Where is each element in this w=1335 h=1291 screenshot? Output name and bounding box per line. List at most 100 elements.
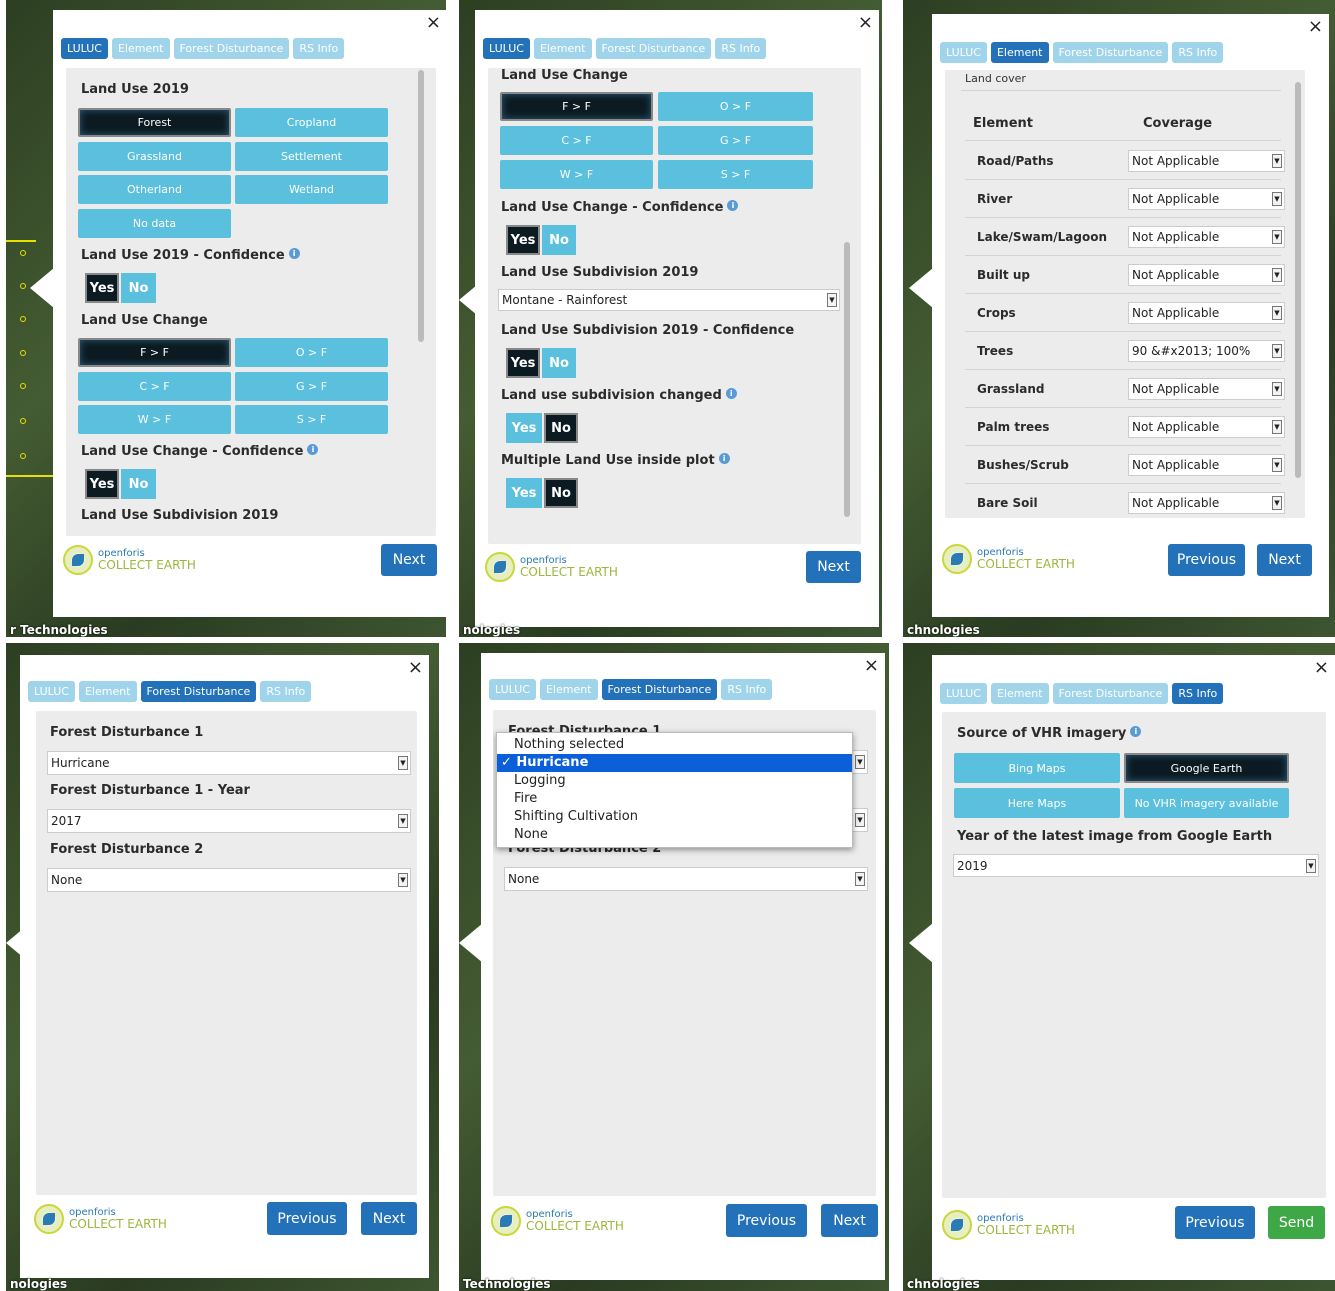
tab-element[interactable]: Element xyxy=(533,38,592,59)
info-icon[interactable]: i xyxy=(288,248,300,259)
option-c-f[interactable]: C > F xyxy=(500,126,653,155)
close-icon[interactable]: × xyxy=(408,657,423,678)
option-o-f[interactable]: O > F xyxy=(658,92,813,121)
yes-button[interactable]: Yes xyxy=(85,273,119,303)
coverage-select[interactable]: 90 &#x2013; 100% ▼ xyxy=(1128,340,1285,362)
dropdown-option[interactable]: Fire xyxy=(497,790,852,808)
option-bing-maps[interactable]: Bing Maps xyxy=(954,753,1120,783)
yes-button[interactable]: Yes xyxy=(506,348,540,378)
fd2-select[interactable]: None ▼ xyxy=(47,868,411,892)
no-button[interactable]: No xyxy=(121,273,156,303)
option-wetland[interactable]: Wetland xyxy=(235,175,388,204)
subdivision-select[interactable]: Montane - Rainforest ▼ xyxy=(498,289,840,311)
option-f-f[interactable]: F > F xyxy=(500,92,653,121)
option-g-f[interactable]: G > F xyxy=(658,126,813,155)
dropdown-option[interactable]: Logging xyxy=(497,772,852,790)
option-google-earth[interactable]: Google Earth xyxy=(1124,753,1289,783)
yes-button[interactable]: Yes xyxy=(506,225,540,255)
tab-element[interactable]: Element xyxy=(78,681,137,702)
option-no-vhr[interactable]: No VHR imagery available xyxy=(1124,788,1289,818)
tab-forest-disturbance[interactable]: Forest Disturbance xyxy=(173,38,290,59)
dropdown-option[interactable]: Nothing selected xyxy=(497,736,852,754)
coverage-select[interactable]: Not Applicable ▼ xyxy=(1128,378,1285,400)
coverage-select[interactable]: Not Applicable ▼ xyxy=(1128,264,1285,286)
dropdown-option[interactable]: None xyxy=(497,826,852,844)
option-here-maps[interactable]: Here Maps xyxy=(954,788,1120,818)
option-otherland[interactable]: Otherland xyxy=(78,175,231,204)
option-no-data[interactable]: No data xyxy=(78,209,231,238)
option-w-f[interactable]: W > F xyxy=(500,160,653,189)
option-o-f[interactable]: O > F xyxy=(235,338,388,367)
option-s-f[interactable]: S > F xyxy=(235,405,388,434)
send-button[interactable]: Send xyxy=(1268,1206,1325,1239)
tab-element[interactable]: Element xyxy=(539,679,598,700)
coverage-select[interactable]: Not Applicable ▼ xyxy=(1128,492,1285,514)
tab-rs-info[interactable]: RS Info xyxy=(721,679,773,700)
tab-forest-disturbance[interactable]: Forest Disturbance xyxy=(140,681,257,702)
next-button[interactable]: Next xyxy=(821,1204,878,1237)
next-button[interactable]: Next xyxy=(361,1202,417,1235)
scrollbar[interactable] xyxy=(418,70,424,342)
no-button[interactable]: No xyxy=(542,225,576,255)
tab-luluc[interactable]: LULUC xyxy=(940,42,987,63)
option-cropland[interactable]: Cropland xyxy=(235,108,388,137)
previous-button[interactable]: Previous xyxy=(726,1204,807,1237)
option-g-f[interactable]: G > F xyxy=(235,372,388,401)
previous-button[interactable]: Previous xyxy=(1168,544,1245,576)
tab-luluc[interactable]: LULUC xyxy=(489,679,536,700)
dropdown-option[interactable]: Shifting Cultivation xyxy=(497,808,852,826)
no-button[interactable]: No xyxy=(544,478,578,508)
info-icon[interactable]: i xyxy=(727,200,739,211)
next-button[interactable]: Next xyxy=(381,544,437,576)
next-button[interactable]: Next xyxy=(1257,544,1312,576)
previous-button[interactable]: Previous xyxy=(267,1202,347,1235)
scrollbar[interactable] xyxy=(844,242,850,517)
info-icon[interactable]: i xyxy=(718,453,730,464)
tab-rs-info[interactable]: RS Info xyxy=(1172,42,1224,63)
tab-element[interactable]: Element xyxy=(990,683,1049,704)
no-button[interactable]: No xyxy=(542,348,576,378)
option-s-f[interactable]: S > F xyxy=(658,160,813,189)
close-icon[interactable]: × xyxy=(864,655,879,676)
tab-luluc[interactable]: LULUC xyxy=(940,683,987,704)
close-icon[interactable]: × xyxy=(1308,16,1323,37)
option-f-f[interactable]: F > F xyxy=(78,338,231,367)
coverage-select[interactable]: Not Applicable ▼ xyxy=(1128,226,1285,248)
info-icon[interactable]: i xyxy=(307,444,319,455)
no-button[interactable]: No xyxy=(544,413,578,443)
yes-button[interactable]: Yes xyxy=(506,478,542,508)
fd1-select[interactable]: Hurricane ▼ xyxy=(47,751,411,775)
coverage-select[interactable]: Not Applicable ▼ xyxy=(1128,188,1285,210)
tab-forest-disturbance[interactable]: Forest Disturbance xyxy=(1052,42,1169,63)
scrollbar[interactable] xyxy=(1295,82,1301,478)
tab-forest-disturbance[interactable]: Forest Disturbance xyxy=(601,679,718,700)
tab-element[interactable]: Element xyxy=(990,42,1049,63)
tab-luluc[interactable]: LULUC xyxy=(61,38,108,59)
option-w-f[interactable]: W > F xyxy=(78,405,231,434)
coverage-select[interactable]: Not Applicable ▼ xyxy=(1128,416,1285,438)
close-icon[interactable]: × xyxy=(1314,657,1329,678)
option-settlement[interactable]: Settlement xyxy=(235,142,388,171)
yes-button[interactable]: Yes xyxy=(85,469,119,499)
tab-forest-disturbance[interactable]: Forest Disturbance xyxy=(595,38,712,59)
year-select[interactable]: 2019 ▼ xyxy=(953,854,1319,877)
yes-button[interactable]: Yes xyxy=(506,413,542,443)
close-icon[interactable]: × xyxy=(426,12,441,33)
fd2-select[interactable]: None ▼ xyxy=(504,867,868,891)
tab-rs-info[interactable]: RS Info xyxy=(293,38,345,59)
tab-rs-info[interactable]: RS Info xyxy=(260,681,312,702)
coverage-select[interactable]: Not Applicable ▼ xyxy=(1128,454,1285,476)
option-forest[interactable]: Forest xyxy=(78,108,231,137)
dropdown-option-selected[interactable]: ✓ Hurricane xyxy=(497,754,852,772)
info-icon[interactable]: i xyxy=(1130,726,1142,737)
info-icon[interactable]: i xyxy=(725,388,737,399)
previous-button[interactable]: Previous xyxy=(1175,1206,1255,1239)
coverage-select[interactable]: Not Applicable ▼ xyxy=(1128,302,1285,324)
fd1-year-select[interactable]: 2017 ▼ xyxy=(47,809,411,833)
next-button[interactable]: Next xyxy=(806,551,861,583)
coverage-select[interactable]: Not Applicable ▼ xyxy=(1128,150,1285,172)
tab-rs-info[interactable]: RS Info xyxy=(715,38,767,59)
tab-luluc[interactable]: LULUC xyxy=(483,38,530,59)
tab-element[interactable]: Element xyxy=(111,38,170,59)
no-button[interactable]: No xyxy=(121,469,156,499)
